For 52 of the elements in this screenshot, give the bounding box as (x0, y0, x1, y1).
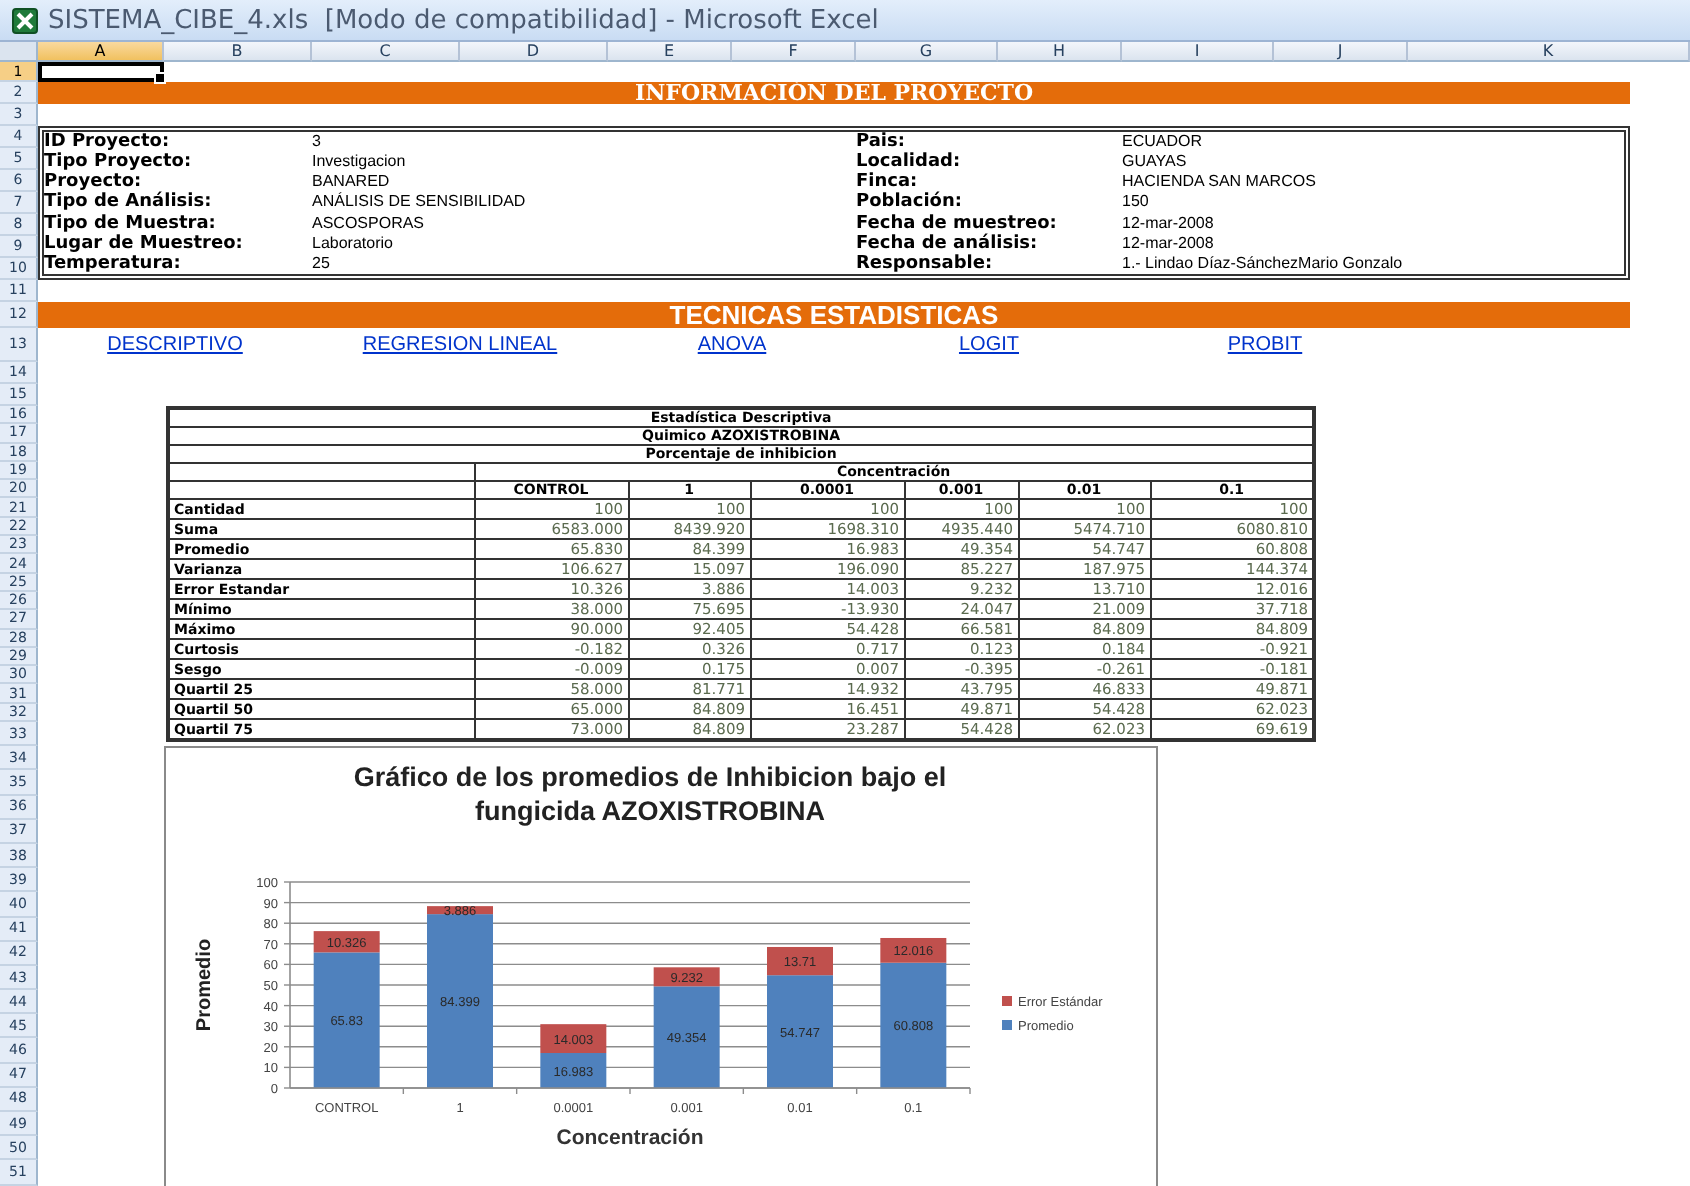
field-value: Investigacion (312, 152, 408, 173)
axis-title: Concentración (556, 1126, 704, 1151)
column-header[interactable]: D (460, 42, 608, 62)
field-value: GUAYAS (1122, 152, 1189, 173)
field-label: Proyecto: (44, 172, 142, 193)
field-label: Responsable: (856, 253, 995, 274)
field-value: 25 (312, 253, 332, 274)
field-label: Temperatura: (44, 253, 183, 274)
column-header[interactable]: B (164, 42, 312, 62)
column-header[interactable]: A (38, 42, 164, 62)
technique-link[interactable]: PROBIT (1227, 334, 1303, 356)
field-label: Localidad: (856, 152, 963, 173)
axis-title: Promedio (194, 939, 216, 1032)
field-value: 1.- Lindao Díaz-SánchezMario Gonzalo (1122, 253, 1405, 274)
excel-icon (12, 7, 38, 33)
field-value: 12-mar-2008 (1122, 233, 1216, 254)
field-label: Tipo de Muestra: (44, 213, 218, 234)
column-header[interactable]: J (1274, 42, 1408, 62)
column-header[interactable]: C (312, 42, 460, 62)
field-value: Laboratorio (312, 233, 395, 254)
field-value: 12-mar-2008 (1122, 213, 1216, 234)
column-header[interactable]: I (1122, 42, 1274, 62)
technique-link[interactable]: ANOVA (697, 334, 767, 356)
field-value: ECUADOR (1122, 132, 1205, 153)
chart-title: Gráfico de los promedios de Inhibicion bajo el fungicida AZOXISTROBINA (351, 760, 949, 829)
field-value: HACIENDA SAN MARCOS (1122, 172, 1318, 193)
column-header[interactable]: G (856, 42, 998, 62)
field-value: ANÁLISIS DE SENSIBILIDAD (312, 192, 528, 213)
technique-link[interactable]: LOGIT (958, 334, 1019, 356)
column-header[interactable]: E (608, 42, 732, 62)
window-title: SISTEMA_CIBE_4.xls [Modo de compatibilidad] - Microsoft Excel (48, 5, 879, 35)
field-label: ID Proyecto: (44, 132, 172, 153)
column-header[interactable]: H (998, 42, 1122, 62)
field-value: ASCOSPORAS (312, 213, 427, 234)
field-value: BANARED (312, 172, 392, 192)
field-label: Tipo Proyecto: (44, 152, 194, 173)
field-label: Fecha de análisis: (856, 233, 1040, 254)
column-header[interactable]: F (732, 42, 856, 62)
field-label: Finca: (856, 172, 918, 193)
technique-link[interactable]: REGRESION LINEAL (362, 334, 558, 356)
active-cell[interactable] (38, 62, 164, 82)
field-label: Lugar de Muestreo: (44, 233, 245, 254)
field-label: Población: (856, 192, 964, 213)
field-label: Fecha de muestreo: (856, 213, 1059, 234)
section-header: TECNICAS ESTADISTICAS (38, 302, 1630, 328)
section-header: INFORMACIÓN DEL PROYECTO (38, 82, 1630, 104)
technique-link[interactable]: DESCRIPTIVO (107, 334, 243, 356)
field-label: Pais: (856, 132, 905, 153)
column-header[interactable]: K (1408, 42, 1690, 62)
field-value: 3 (312, 132, 323, 153)
field-value: 150 (1122, 192, 1151, 213)
field-label: Tipo de Análisis: (44, 192, 214, 213)
